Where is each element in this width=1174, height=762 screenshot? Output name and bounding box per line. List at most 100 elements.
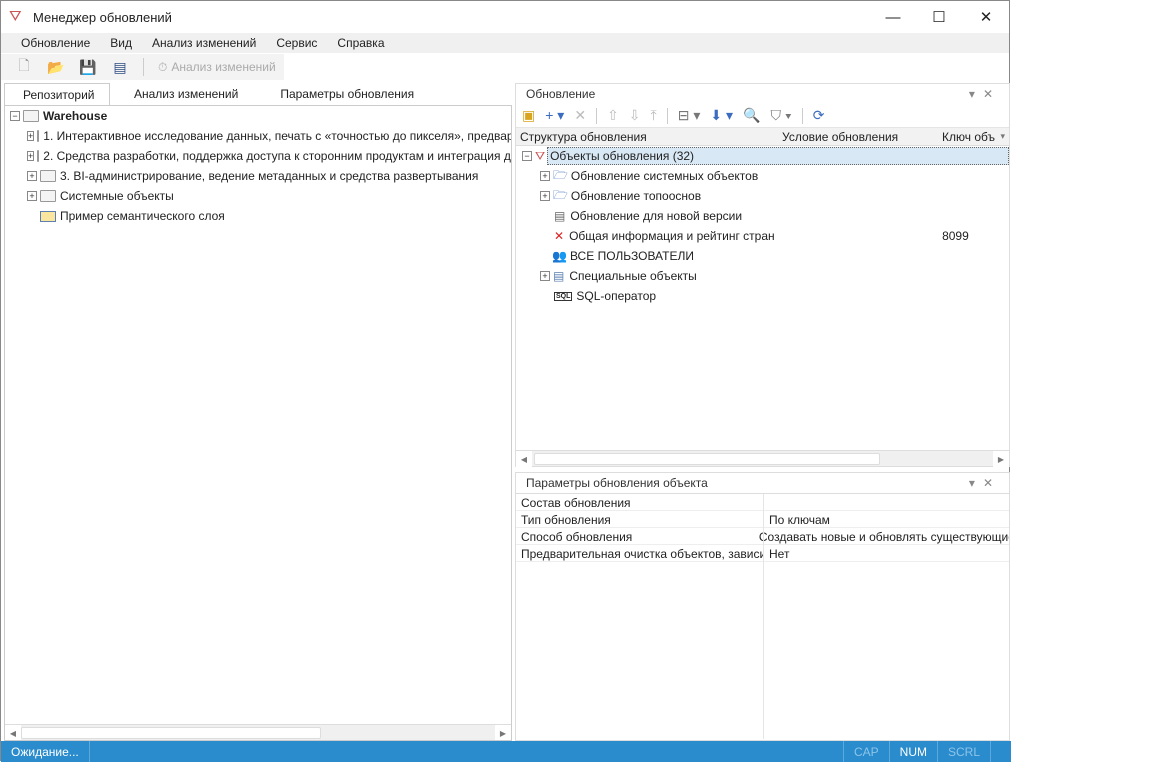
- column-header: Структура обновления Условие обновления …: [516, 128, 1009, 146]
- main-toolbar: 🗋 📂 💾 ▤ ⏱ Анализ изменений: [1, 54, 284, 80]
- timer-icon: ⏱: [158, 59, 168, 74]
- add-icon[interactable]: + ▾: [545, 107, 564, 124]
- new-folder-icon[interactable]: ▣: [522, 107, 535, 124]
- expand-icon[interactable]: +: [540, 271, 550, 281]
- folder-icon: [37, 150, 40, 162]
- search-icon[interactable]: 🔍: [743, 107, 760, 124]
- cap-indicator: CAP: [842, 741, 890, 762]
- minimize-button[interactable]: —: [870, 1, 916, 33]
- collapse-icon[interactable]: −: [522, 151, 532, 161]
- tree-root[interactable]: − Warehouse: [5, 106, 511, 126]
- col-key[interactable]: Ключ объ: [938, 130, 995, 144]
- maximize-button[interactable]: ☐: [916, 1, 962, 33]
- analyze-changes-button[interactable]: ⏱ Анализ изменений: [158, 60, 276, 75]
- app-window: ⛛ Менеджер обновлений — ☐ ✕ Обновление В…: [0, 0, 1011, 762]
- col-condition[interactable]: Условие обновления: [778, 130, 938, 144]
- filter-icon[interactable]: ⛉ ▾: [770, 107, 791, 124]
- scroll-right-icon[interactable]: ▶: [495, 725, 511, 740]
- num-indicator: NUM: [890, 741, 938, 762]
- panel-menu-close[interactable]: ▾✕: [969, 87, 1001, 101]
- panel-header: Обновление ▾✕: [526, 87, 1001, 101]
- update-objects-icon: ⛛: [535, 148, 546, 163]
- col-structure[interactable]: Структура обновления: [516, 130, 778, 144]
- expand-icon[interactable]: +: [540, 191, 550, 201]
- status-text: Ожидание...: [1, 741, 90, 762]
- expand-icon[interactable]: +: [27, 171, 37, 181]
- repository-tree: − Warehouse +1. Интерактивное исследован…: [4, 105, 512, 741]
- tree-view-icon[interactable]: ⊟ ▾: [678, 107, 701, 124]
- tab-repository[interactable]: Репозиторий: [4, 83, 110, 105]
- scrl-indicator: SCRL: [938, 741, 991, 762]
- tree-item[interactable]: +3. BI-администрирование, ведение метада…: [5, 166, 511, 186]
- document-icon: ▤: [553, 269, 565, 283]
- error-icon: ✕: [554, 229, 565, 243]
- tree-item[interactable]: + Системные объекты: [5, 186, 511, 206]
- menu-update[interactable]: Обновление: [21, 36, 90, 50]
- users-icon: 👥: [552, 249, 567, 263]
- window-title: Менеджер обновлений: [33, 9, 172, 25]
- collapse-icon[interactable]: −: [10, 111, 20, 121]
- expand-icon[interactable]: +: [27, 191, 37, 201]
- tree-item[interactable]: +2. Средства разработки, поддержка досту…: [5, 146, 511, 166]
- scroll-left-icon[interactable]: ◀: [5, 725, 21, 740]
- menu-service[interactable]: Сервис: [276, 36, 317, 50]
- tree-item[interactable]: SQL SQL-оператор: [516, 286, 1009, 306]
- tree-item[interactable]: + 🗁 Обновление топооснов: [516, 186, 1009, 206]
- scroll-thumb[interactable]: [21, 727, 321, 739]
- resize-grip-icon[interactable]: [991, 741, 1011, 762]
- menu-analysis[interactable]: Анализ изменений: [152, 36, 256, 50]
- update-toolbar: ▣ + ▾ ✕ ⇧ ⇩ ⤒ ⊟ ▾ ⬇ ▾ 🔍 ⛉ ▾ ⟳: [516, 104, 1009, 128]
- tree-item[interactable]: + 🗁 Обновление системных объектов: [516, 166, 1009, 186]
- scroll-thumb[interactable]: [534, 453, 880, 465]
- move-down-icon[interactable]: ⇩: [629, 107, 641, 124]
- expand-icon[interactable]: +: [27, 151, 35, 161]
- move-up-icon[interactable]: ⇧: [607, 107, 619, 124]
- semantic-layer-icon: [40, 210, 56, 222]
- panel-header: Параметры обновления объекта ▾✕: [526, 476, 1001, 490]
- document-icon: ▤: [554, 209, 566, 223]
- column-chooser-icon[interactable]: ▾: [1000, 131, 1005, 142]
- menu-bar: Обновление Вид Анализ изменений Сервис С…: [1, 33, 1009, 53]
- folder-icon: [40, 170, 56, 182]
- folder-icon: 🗁: [553, 187, 568, 202]
- scroll-right-icon[interactable]: ▶: [993, 451, 1009, 467]
- tree-root[interactable]: − ⛛ Объекты обновления (32): [516, 146, 1009, 166]
- tree-item[interactable]: +1. Интерактивное исследование данных, п…: [5, 126, 511, 146]
- save-icon[interactable]: 💾: [79, 58, 97, 76]
- open-folder-icon[interactable]: 📂: [47, 58, 65, 76]
- close-button[interactable]: ✕: [963, 1, 1009, 33]
- params-panel: Параметры обновления объекта ▾✕ Состав об…: [515, 472, 1010, 741]
- tab-analysis[interactable]: Анализ изменений: [110, 83, 256, 105]
- horizontal-scrollbar[interactable]: ◀ ▶: [516, 450, 1009, 467]
- tree-item[interactable]: + ▤ Специальные объекты: [516, 266, 1009, 286]
- expand-icon[interactable]: +: [540, 171, 550, 181]
- delete-icon[interactable]: ✕: [574, 107, 586, 124]
- update-panel: Обновление ▾✕ ▣ + ▾ ✕ ⇧ ⇩ ⤒ ⊟ ▾ ⬇ ▾ 🔍 ⛉ ▾…: [515, 83, 1010, 467]
- move-top-icon[interactable]: ⤒: [651, 107, 657, 124]
- status-bar: Ожидание... CAP NUM SCRL: [1, 741, 1011, 762]
- left-tabs: Репозиторий Анализ изменений Параметры о…: [4, 83, 512, 105]
- import-icon[interactable]: ⬇ ▾: [710, 107, 733, 124]
- menu-help[interactable]: Справка: [337, 36, 384, 50]
- title-bar: ⛛ Менеджер обновлений: [1, 1, 1009, 33]
- params-grid: Состав обновления Тип обновления По ключа…: [516, 493, 1009, 739]
- tree-item[interactable]: ✕ Общая информация и рейтинг стран 8099: [516, 226, 1009, 246]
- sql-icon: SQL: [554, 291, 573, 301]
- refresh-icon[interactable]: ⟳: [813, 107, 825, 124]
- horizontal-scrollbar[interactable]: ◀ ▶: [5, 724, 511, 740]
- tree-item[interactable]: 👥 ВСЕ ПОЛЬЗОВАТЕЛИ: [516, 246, 1009, 266]
- app-icon: ⛛: [9, 8, 22, 25]
- new-file-icon[interactable]: 🗋: [15, 57, 33, 76]
- panel-menu-close[interactable]: ▾✕: [969, 476, 1001, 490]
- folder-icon: [40, 190, 56, 202]
- folder-icon: 🗁: [553, 167, 568, 182]
- folder-icon: [37, 130, 40, 142]
- folder-icon: [23, 110, 39, 122]
- expand-icon[interactable]: +: [27, 131, 35, 141]
- tree-item[interactable]: Пример семантического слоя: [5, 206, 511, 226]
- tab-update-params[interactable]: Параметры обновления: [256, 83, 432, 105]
- tree-item[interactable]: ▤ Обновление для новой версии: [516, 206, 1009, 226]
- menu-view[interactable]: Вид: [110, 36, 132, 50]
- save-as-icon[interactable]: ▤: [111, 58, 129, 76]
- scroll-left-icon[interactable]: ◀: [516, 451, 532, 467]
